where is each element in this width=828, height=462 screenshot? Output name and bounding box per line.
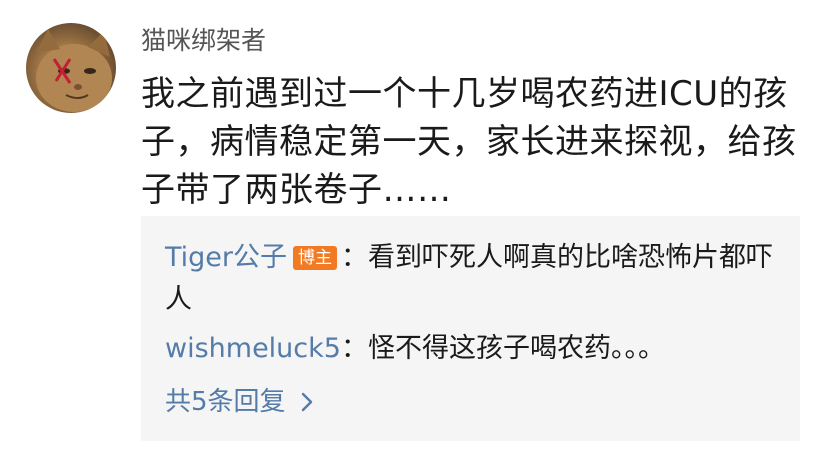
comment-text: 我之前遇到过一个十几岁喝农药进ICU的孩子，病情稳定第一天，家长进来探视，给孩子…: [141, 74, 797, 210]
reply-author[interactable]: wishmeluck5: [165, 333, 341, 364]
reply-text: 怪不得这孩子喝农药。。。: [367, 333, 665, 364]
blogger-badge: 博主: [293, 246, 338, 270]
reply-item: Tiger公子 博主 ：看到吓死人啊真的比啥恐怖片都吓人: [165, 237, 777, 321]
more-replies-link[interactable]: 共5条回复: [165, 383, 314, 421]
avatar[interactable]: [26, 23, 116, 113]
more-replies-label: 共5条回复: [165, 387, 286, 417]
reply-box: Tiger公子 博主 ：看到吓死人啊真的比啥恐怖片都吓人 wishmeluck5：怪…: [141, 216, 800, 441]
cat-avatar-image: [26, 23, 116, 113]
reply-separator: ：: [341, 242, 369, 273]
reply-author[interactable]: Tiger公子: [165, 242, 287, 273]
reply-item: wishmeluck5：怪不得这孩子喝农药。。。: [165, 328, 777, 370]
username[interactable]: 猫咪绑架者: [141, 24, 266, 58]
reply-separator: ：: [340, 333, 368, 364]
comment-card: 猫咪绑架者 我之前遇到过一个十几岁喝农药进ICU的孩子，病情稳定第一天，家长进来…: [0, 0, 828, 462]
chevron-right-icon: [300, 383, 314, 421]
